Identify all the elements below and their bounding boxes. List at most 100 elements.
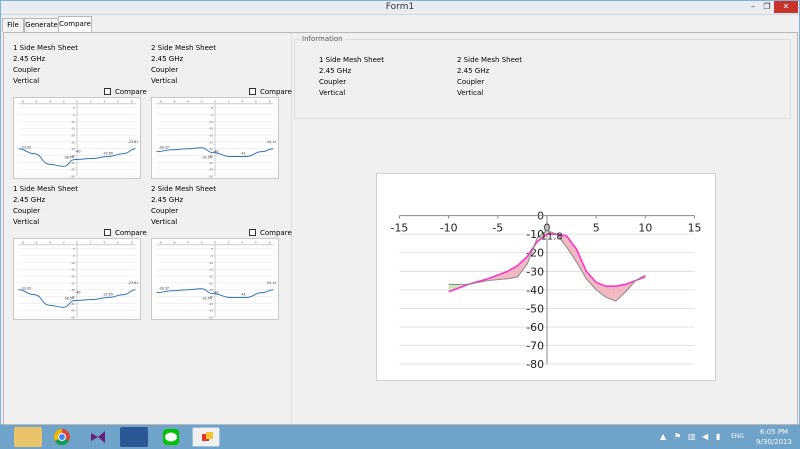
panel-orientation: Vertical	[151, 218, 178, 226]
mini-x-tick: -4	[186, 99, 189, 103]
mini-data-label: -40	[75, 150, 80, 154]
mini-y-tick: -20	[208, 275, 213, 279]
form-app-icon[interactable]	[192, 427, 220, 447]
mini-data-label: -40	[213, 291, 218, 295]
mini-y-tick: -5	[72, 254, 75, 258]
mini-x-tick: 0	[76, 99, 78, 103]
tray-arrow-icon[interactable]: ▲	[660, 432, 666, 442]
mini-data-label: -40	[75, 291, 80, 295]
mini-x-tick: -8	[159, 240, 162, 244]
mini-y-tick: -25	[70, 140, 75, 144]
title-bar: Form1 – ❐ ✕	[1, 1, 799, 15]
chart-y-tick: -60	[526, 321, 544, 334]
mini-x-tick: 4	[103, 240, 105, 244]
mini-chart: 0-5-10-15-20-25-30-35-40-45-50-8 -6 -4 -2 0 2…	[151, 97, 279, 179]
mini-x-tick: 6	[117, 99, 119, 103]
mini-y-tick: -20	[70, 275, 75, 279]
minimize-button[interactable]: –	[746, 1, 760, 13]
mini-y-tick: -15	[70, 127, 75, 131]
close-button[interactable]: ✕	[774, 1, 798, 13]
checkbox-box[interactable]	[249, 88, 256, 95]
mini-x-tick: 0	[214, 240, 216, 244]
compare-checkbox[interactable]: Compare	[249, 229, 292, 238]
system-clock[interactable]: 6:05 PM 9/30/2013	[748, 427, 800, 447]
mini-data-label: -30.37	[158, 287, 169, 291]
mini-x-tick: -6	[35, 240, 38, 244]
mini-x-tick: -8	[159, 99, 162, 103]
mini-y-tick: -40	[208, 161, 213, 165]
mini-x-tick: -8	[21, 99, 24, 103]
mini-y-tick: -50	[208, 175, 213, 179]
battery-icon[interactable]: ▮	[716, 432, 720, 442]
visual-studio-icon[interactable]	[84, 427, 112, 447]
panel-orientation: Vertical	[13, 77, 40, 85]
mini-x-tick: 8	[269, 240, 271, 244]
mini-data-label: -23.61	[128, 140, 139, 144]
tab-generate[interactable]: Generate	[24, 18, 59, 32]
mini-x-tick: 2	[90, 99, 92, 103]
chart-y-tick: -50	[526, 302, 544, 315]
mini-y-tick: -15	[208, 127, 213, 131]
mini-x-tick: 0	[214, 99, 216, 103]
mini-x-tick: 2	[90, 240, 92, 244]
volume-icon[interactable]: ◀	[702, 432, 708, 442]
line-app-icon[interactable]	[157, 427, 185, 447]
checkbox-box[interactable]	[104, 88, 111, 95]
chart-x-tick: 15	[688, 221, 702, 234]
compare-checkbox[interactable]: Compare	[104, 88, 147, 97]
mini-x-tick: -4	[48, 240, 51, 244]
chart-y-tick: -80	[526, 358, 544, 371]
chart-x-tick: 10	[638, 221, 652, 234]
mini-x-tick: -4	[48, 99, 51, 103]
mini-x-tick: -4	[186, 240, 189, 244]
mini-data-label: -33.03	[20, 146, 31, 150]
mini-chart: 0-5-10-15-20-25-30-35-40-45-50-8 -6 -4 -2 0 2…	[13, 97, 141, 179]
compare-checkbox[interactable]: Compare	[249, 88, 292, 97]
info-col1-title: 1 Side Mesh Sheet	[319, 56, 384, 64]
info-col1-type: Coupler	[319, 78, 347, 86]
file-explorer-icon[interactable]	[14, 427, 42, 447]
mini-data-label: -34.14	[266, 281, 277, 285]
mesh-panel-2: 2 Side Mesh Sheet 2.45 GHz Coupler Verti…	[151, 44, 292, 184]
mini-y-tick: 0	[73, 106, 75, 110]
tab-file[interactable]: File	[2, 18, 24, 32]
panel-frequency: 2.45 GHz	[151, 55, 184, 63]
compare-checkbox[interactable]: Compare	[104, 229, 147, 238]
mini-chart: 0-5-10-15-20-25-30-35-40-45-50-8 -6 -4 -2 0 2…	[13, 238, 141, 320]
mini-y-tick: -10	[208, 120, 213, 124]
chart-y-tick: -70	[526, 340, 544, 353]
app-window-icon[interactable]	[120, 427, 148, 447]
mini-y-tick: -5	[210, 254, 213, 258]
mini-x-tick: 6	[255, 240, 257, 244]
mini-y-tick: -5	[210, 113, 213, 117]
mesh-panel-1: 1 Side Mesh Sheet 2.45 GHz Coupler Verti…	[13, 44, 153, 184]
mini-x-tick: 8	[131, 99, 133, 103]
checkbox-box[interactable]	[249, 229, 256, 236]
app-window: Form1 – ❐ ✕ File Generate Compare 1 Side…	[0, 0, 800, 425]
maximize-button[interactable]: ❐	[760, 1, 774, 13]
mesh-panel-3: 1 Side Mesh Sheet 2.45 GHz Coupler Verti…	[13, 185, 153, 325]
action-center-icon[interactable]: ⚑	[674, 432, 681, 442]
compare-label: Compare	[115, 88, 147, 96]
mini-x-tick: 0	[76, 240, 78, 244]
language-indicator[interactable]: ENG	[731, 432, 744, 442]
checkbox-box[interactable]	[104, 229, 111, 236]
mini-data-label: -33.65	[102, 293, 113, 297]
mini-x-tick: 8	[131, 240, 133, 244]
clock-date: 9/30/2013	[756, 438, 792, 446]
network-icon[interactable]: ▥	[688, 432, 696, 442]
chart-y-tick: -30	[526, 265, 544, 278]
tab-compare[interactable]: Compare	[58, 16, 92, 32]
mini-x-tick: 2	[228, 240, 230, 244]
mini-y-tick: -25	[70, 281, 75, 285]
mini-y-tick: -10	[70, 120, 75, 124]
chrome-icon[interactable]	[48, 427, 76, 447]
mini-data-label: -32.54	[201, 155, 212, 159]
mini-data-label: -41	[240, 293, 245, 297]
info-col2-orientation: Vertical	[457, 89, 484, 97]
mini-x-tick: 2	[228, 99, 230, 103]
panel-type: Coupler	[13, 207, 41, 215]
mini-data-label: -33.03	[20, 287, 31, 291]
mini-data-label: -41	[240, 152, 245, 156]
compare-label: Compare	[115, 229, 147, 237]
